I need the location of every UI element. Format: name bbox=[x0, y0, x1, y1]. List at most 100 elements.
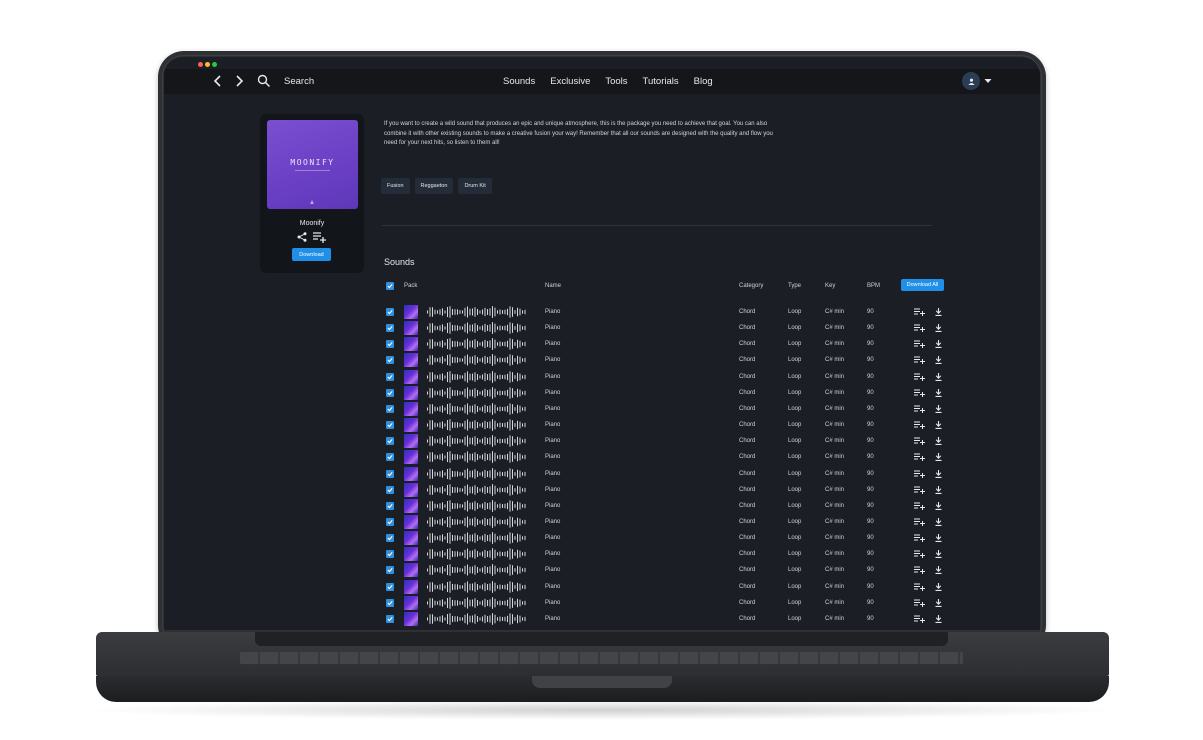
table-row[interactable]: Piano Chord Loop C# min 90 bbox=[164, 514, 1040, 530]
table-row[interactable]: Piano Chord Loop C# min 90 bbox=[164, 417, 1040, 433]
download-icon[interactable] bbox=[935, 550, 942, 559]
waveform[interactable] bbox=[427, 402, 527, 416]
waveform[interactable] bbox=[427, 321, 527, 335]
waveform[interactable] bbox=[427, 563, 527, 577]
nav-item-sounds[interactable]: Sounds bbox=[503, 76, 535, 87]
search-input[interactable]: Search bbox=[284, 76, 314, 87]
table-row[interactable]: Piano Chord Loop C# min 90 bbox=[164, 611, 1040, 627]
table-row[interactable]: Piano Chord Loop C# min 90 bbox=[164, 546, 1040, 562]
row-checkbox[interactable] bbox=[386, 404, 394, 413]
add-to-playlist-icon[interactable] bbox=[914, 566, 925, 575]
add-to-playlist-icon[interactable] bbox=[914, 308, 925, 316]
row-checkbox[interactable] bbox=[386, 582, 394, 591]
row-checkbox[interactable] bbox=[386, 485, 394, 494]
table-row[interactable]: Piano Chord Loop C# min 90 bbox=[164, 336, 1040, 352]
pack-thumbnail[interactable] bbox=[404, 482, 418, 497]
row-checkbox[interactable] bbox=[386, 324, 394, 333]
download-icon[interactable] bbox=[935, 421, 942, 429]
row-checkbox[interactable] bbox=[386, 598, 394, 607]
table-row[interactable]: Piano Chord Loop C# min 90 bbox=[164, 530, 1040, 546]
row-checkbox[interactable] bbox=[386, 453, 394, 462]
download-icon[interactable] bbox=[935, 614, 942, 623]
column-header-key[interactable]: Key bbox=[825, 283, 835, 289]
waveform[interactable] bbox=[427, 499, 527, 513]
add-to-playlist-icon[interactable] bbox=[914, 486, 925, 494]
pack-thumbnail[interactable] bbox=[404, 337, 418, 352]
download-icon[interactable] bbox=[935, 308, 942, 316]
column-header-category[interactable]: Category bbox=[739, 283, 763, 289]
column-header-name[interactable]: Name bbox=[545, 283, 561, 289]
download-icon[interactable] bbox=[935, 340, 942, 349]
table-row[interactable]: Piano Chord Loop C# min 90 bbox=[164, 449, 1040, 465]
table-row[interactable]: Piano Chord Loop C# min 90 bbox=[164, 304, 1040, 320]
nav-item-tools[interactable]: Tools bbox=[605, 76, 627, 87]
add-to-playlist-icon[interactable] bbox=[914, 405, 925, 413]
waveform[interactable] bbox=[427, 547, 527, 561]
close-window-button[interactable] bbox=[198, 62, 203, 67]
nav-item-blog[interactable]: Blog bbox=[694, 76, 713, 87]
download-icon[interactable] bbox=[935, 388, 942, 397]
waveform[interactable] bbox=[427, 337, 527, 351]
download-icon[interactable] bbox=[935, 324, 942, 333]
row-checkbox[interactable] bbox=[386, 421, 394, 430]
column-header-type[interactable]: Type bbox=[788, 283, 801, 289]
pack-cover[interactable]: MOONIFY bbox=[267, 120, 358, 209]
table-row[interactable]: Piano Chord Loop C# min 90 bbox=[164, 352, 1040, 368]
pack-thumbnail[interactable] bbox=[404, 418, 418, 433]
minimize-window-button[interactable] bbox=[205, 62, 210, 67]
download-icon[interactable] bbox=[935, 469, 942, 478]
add-to-playlist-icon[interactable] bbox=[914, 389, 925, 397]
back-button[interactable] bbox=[211, 73, 225, 89]
pack-thumbnail[interactable] bbox=[404, 579, 418, 594]
pack-thumbnail[interactable] bbox=[404, 466, 418, 481]
pack-thumbnail[interactable] bbox=[404, 305, 418, 319]
add-to-playlist-icon[interactable] bbox=[914, 340, 925, 349]
add-to-playlist-icon[interactable] bbox=[914, 518, 925, 526]
column-header-pack[interactable]: Pack bbox=[404, 283, 417, 289]
add-to-playlist-icon[interactable] bbox=[914, 421, 925, 430]
pack-thumbnail[interactable] bbox=[404, 321, 418, 336]
download-icon[interactable] bbox=[935, 356, 942, 365]
nav-item-tutorials[interactable]: Tutorials bbox=[643, 76, 679, 87]
pack-thumbnail[interactable] bbox=[404, 434, 418, 449]
waveform[interactable] bbox=[427, 467, 527, 481]
row-checkbox[interactable] bbox=[386, 517, 394, 526]
user-avatar[interactable] bbox=[962, 72, 980, 90]
download-pack-button[interactable]: Download bbox=[292, 248, 331, 261]
pack-thumbnail[interactable] bbox=[404, 595, 418, 610]
add-to-playlist-icon[interactable] bbox=[914, 453, 925, 462]
table-row[interactable]: Piano Chord Loop C# min 90 bbox=[164, 498, 1040, 514]
waveform[interactable] bbox=[427, 353, 527, 367]
pack-thumbnail[interactable] bbox=[404, 563, 418, 578]
row-checkbox[interactable] bbox=[386, 308, 394, 316]
nav-item-exclusive[interactable]: Exclusive bbox=[550, 76, 590, 87]
download-icon[interactable] bbox=[935, 372, 942, 381]
add-to-playlist-icon[interactable] bbox=[914, 373, 925, 381]
row-checkbox[interactable] bbox=[386, 566, 394, 575]
table-row[interactable]: Piano Chord Loop C# min 90 bbox=[164, 562, 1040, 578]
pack-thumbnail[interactable] bbox=[404, 547, 418, 562]
waveform[interactable] bbox=[427, 596, 527, 610]
row-checkbox[interactable] bbox=[386, 550, 394, 559]
search-icon[interactable] bbox=[257, 74, 271, 88]
pack-thumbnail[interactable] bbox=[404, 353, 418, 368]
tag-fusion[interactable]: Fusion bbox=[381, 178, 410, 194]
add-to-playlist-icon[interactable] bbox=[914, 437, 925, 446]
pack-thumbnail[interactable] bbox=[404, 401, 418, 416]
download-all-button[interactable]: Download All bbox=[901, 279, 944, 291]
download-icon[interactable] bbox=[935, 566, 942, 575]
pack-thumbnail[interactable] bbox=[404, 514, 418, 529]
download-icon[interactable] bbox=[935, 453, 942, 462]
waveform[interactable] bbox=[427, 531, 527, 545]
forward-button[interactable] bbox=[232, 73, 246, 89]
row-checkbox[interactable] bbox=[386, 356, 394, 365]
caret-down-icon[interactable] bbox=[984, 78, 992, 84]
row-checkbox[interactable] bbox=[386, 501, 394, 510]
pack-thumbnail[interactable] bbox=[404, 498, 418, 513]
waveform[interactable] bbox=[427, 418, 527, 432]
waveform[interactable] bbox=[427, 305, 527, 319]
row-checkbox[interactable] bbox=[386, 340, 394, 349]
waveform[interactable] bbox=[427, 386, 527, 400]
share-icon[interactable] bbox=[297, 232, 307, 242]
waveform[interactable] bbox=[427, 434, 527, 448]
